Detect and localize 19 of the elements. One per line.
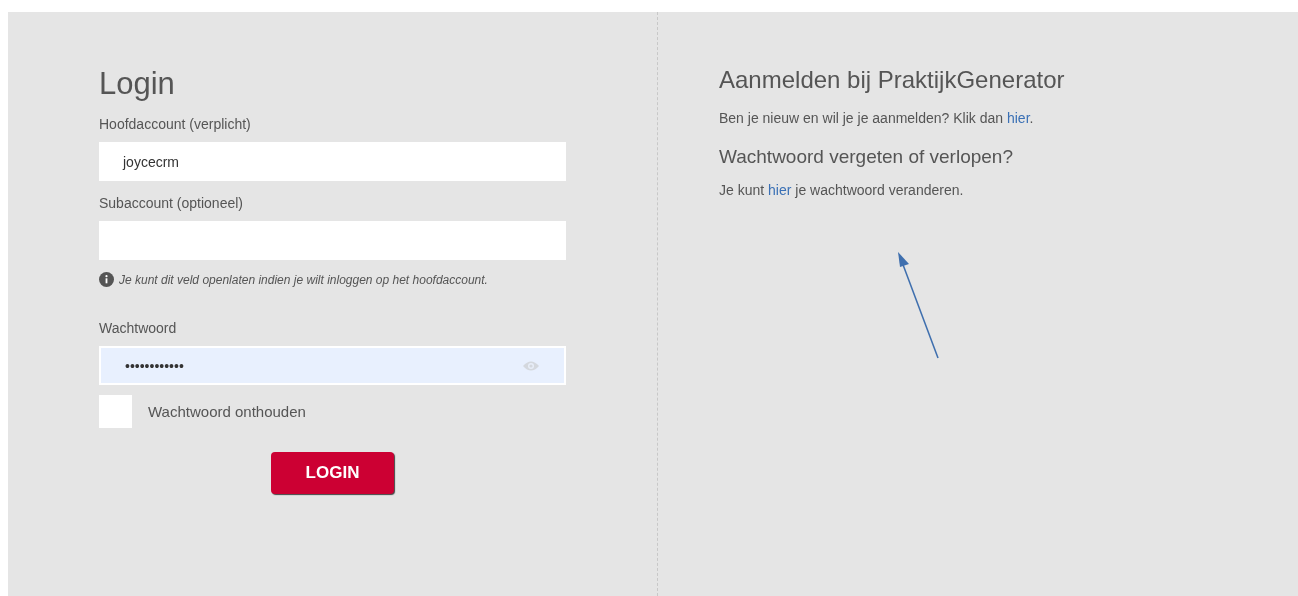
login-title: Login xyxy=(99,66,176,102)
hint-text: Je kunt dit veld openlaten indien je wilt inloggen op het hoofdaccount. xyxy=(119,272,488,287)
password-field[interactable]: •••••••••••• xyxy=(99,346,566,385)
checkbox-label: Wachtwoord onthouden xyxy=(148,403,306,420)
login-button[interactable]: LOGIN xyxy=(271,452,394,494)
field-label: Subaccount (optioneel) xyxy=(99,195,244,211)
password-reset-link[interactable]: hier xyxy=(768,182,792,198)
field-label: Wachtwoord xyxy=(99,320,178,336)
register-text: Ben je nieuw en wil je je aanmelden? Klik dan hier. xyxy=(719,110,1035,126)
text-field[interactable]: joycecrm xyxy=(99,142,566,181)
info-icon xyxy=(99,272,114,287)
field-label: Hoofdaccount (verplicht) xyxy=(99,116,252,132)
password-reset-text: Je kunt hier je wachtwoord veranderen. xyxy=(719,182,965,198)
password-reset-title: Wachtwoord vergeten of verlopen? xyxy=(719,146,1014,168)
eye-icon[interactable] xyxy=(522,359,540,372)
register-link[interactable]: hier xyxy=(1006,110,1030,126)
register-title: Aanmelden bij PraktijkGenerator xyxy=(719,66,1066,94)
text-field[interactable] xyxy=(99,221,566,260)
checkbox[interactable] xyxy=(99,395,132,428)
